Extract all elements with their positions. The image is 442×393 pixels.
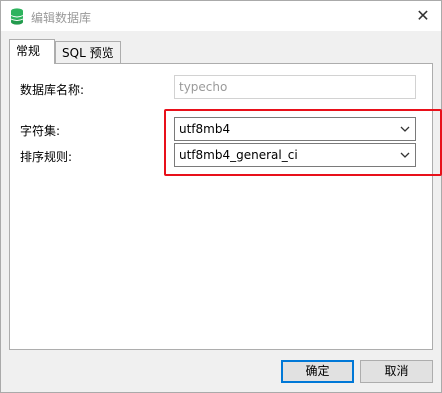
- collation-label: 排序规则:: [20, 150, 73, 164]
- edit-database-dialog: 编辑数据库 ✕ 常规 SQL 预览 数据库名称: typecho 字符集: ut…: [0, 0, 442, 393]
- db-name-field: typecho: [174, 75, 416, 99]
- close-button[interactable]: ✕: [411, 5, 435, 27]
- charset-value: utf8mb4: [179, 122, 231, 136]
- cancel-button[interactable]: 取消: [360, 360, 433, 383]
- tab-sql-preview[interactable]: SQL 预览: [55, 41, 121, 63]
- chevron-down-icon: [400, 126, 410, 132]
- ok-button[interactable]: 确定: [281, 360, 354, 383]
- database-icon: [10, 8, 24, 25]
- tab-general[interactable]: 常规: [9, 39, 55, 64]
- title-bar: 编辑数据库 ✕: [1, 1, 441, 31]
- charset-select[interactable]: utf8mb4: [174, 117, 416, 141]
- window-title: 编辑数据库: [31, 11, 92, 25]
- collation-value: utf8mb4_general_ci: [179, 148, 298, 162]
- chevron-down-icon: [400, 152, 410, 158]
- charset-label: 字符集:: [20, 124, 61, 138]
- general-panel: [9, 63, 433, 350]
- db-name-label: 数据库名称:: [20, 83, 85, 97]
- collation-select[interactable]: utf8mb4_general_ci: [174, 143, 416, 167]
